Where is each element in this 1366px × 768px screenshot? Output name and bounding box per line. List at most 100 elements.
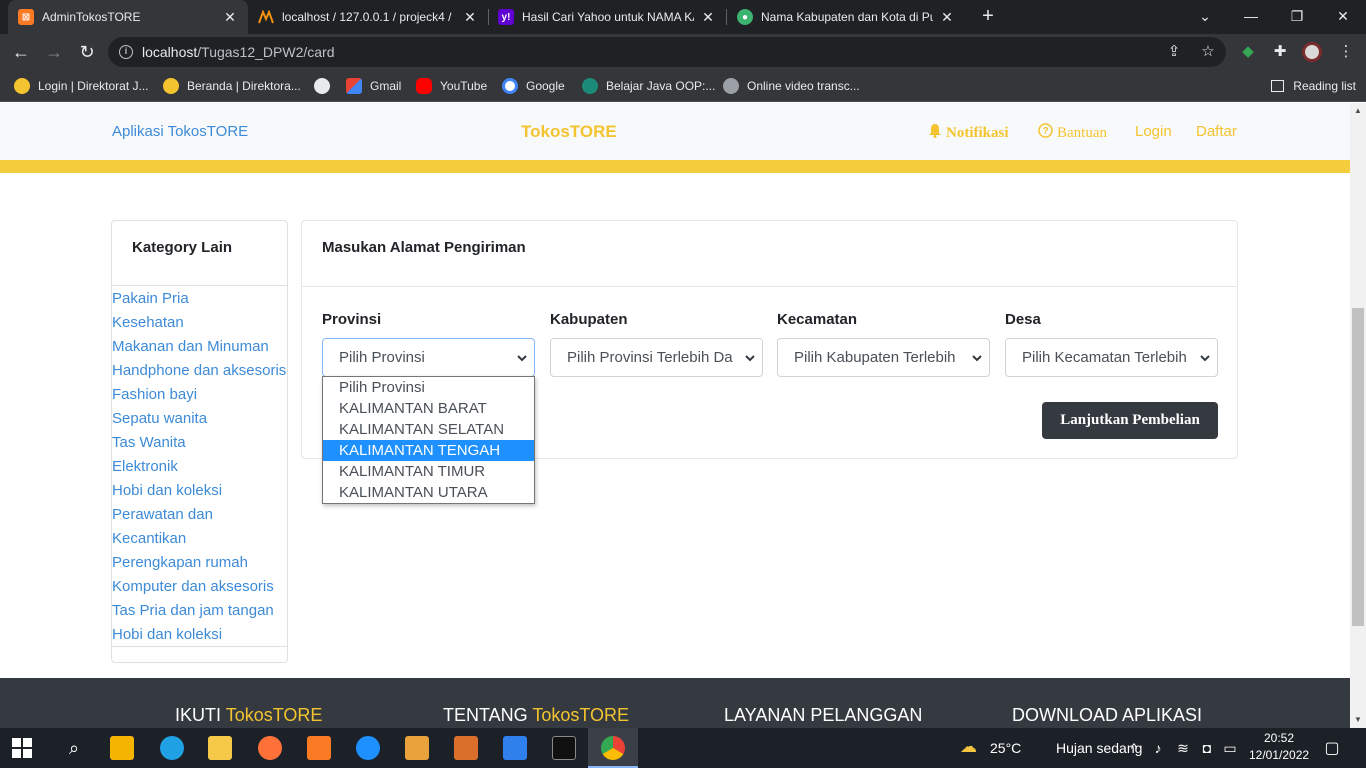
forward-arrow-icon[interactable]: → — [43, 41, 65, 63]
profile-avatar[interactable] — [1302, 42, 1322, 62]
bookmark-beranda-direktorat[interactable]: Beranda | Direktora... — [163, 77, 301, 95]
menu-kebab-icon[interactable]: ⋮ — [1336, 42, 1356, 62]
tab-phpmyadmin[interactable]: localhost / 127.0.0.1 / projeck4 / ✕ — [248, 0, 488, 34]
bookmark-belajar-java[interactable]: Belajar Java OOP:... — [582, 77, 715, 95]
back-arrow-icon[interactable]: ← — [10, 41, 32, 63]
category-link[interactable]: Handphone dan aksesoris — [112, 359, 287, 383]
bookmark-youtube[interactable]: YouTube — [416, 77, 487, 95]
media-player-icon[interactable] — [405, 736, 429, 760]
close-tab-icon[interactable]: ✕ — [939, 9, 955, 26]
tab-nama-kabupaten[interactable]: ● Nama Kabupaten dan Kota di Pul ✕ — [727, 0, 965, 34]
bookmark-star-icon[interactable]: ☆ — [1198, 42, 1218, 62]
category-link[interactable]: Pakain Pria — [112, 287, 287, 311]
tab-admintokostore[interactable]: ⊠ AdminTokosTORE ✕ — [8, 0, 248, 34]
site-brand-link[interactable]: Aplikasi TokosTORE — [112, 123, 248, 140]
category-link[interactable]: Elektronik — [112, 455, 287, 479]
site-info-icon[interactable]: i — [119, 45, 133, 59]
category-link[interactable]: Fashion bayi — [112, 383, 287, 407]
extensions-puzzle-icon[interactable]: ✚ — [1270, 42, 1290, 62]
camera-icon[interactable]: ◘ — [1199, 740, 1215, 756]
kecamatan-label: Kecamatan — [777, 311, 858, 328]
tab-search-chevron-down-icon[interactable]: ⌄ — [1182, 0, 1228, 34]
firefox-icon[interactable] — [258, 736, 282, 760]
bookmark-online-video[interactable]: Online video transc... — [723, 77, 860, 95]
category-link[interactable]: Hobi dan koleksi — [112, 479, 287, 503]
clock-date[interactable]: 12/01/2022 — [1249, 748, 1309, 762]
file-explorer-icon[interactable] — [208, 736, 232, 760]
dropdown-option[interactable]: KALIMANTAN UTARA — [323, 482, 534, 503]
dropdown-option[interactable]: KALIMANTAN TIMUR — [323, 461, 534, 482]
kecamatan-select[interactable]: Pilih Kabupaten Terlebih — [777, 338, 990, 377]
bookmark-globe[interactable] — [314, 77, 330, 95]
lanjutkan-pembelian-button[interactable]: Lanjutkan Pembelian — [1042, 402, 1218, 439]
nav-daftar[interactable]: Daftar — [1196, 123, 1237, 140]
category-link[interactable]: Sepatu wanita — [112, 407, 287, 431]
category-link[interactable]: Komputer dan aksesoris — [112, 575, 287, 599]
weather-cloud-sun-icon[interactable]: ☁ — [960, 737, 977, 757]
bookmark-google[interactable]: Google — [502, 77, 565, 95]
address-url[interactable]: localhost/Tugas12_DPW2/card — [142, 44, 334, 60]
extension-leaf-icon[interactable]: ◆ — [1238, 42, 1258, 62]
bookmark-gmail[interactable]: Gmail — [346, 77, 401, 95]
nav-login[interactable]: Login — [1135, 123, 1172, 140]
vscode-icon[interactable] — [503, 736, 527, 760]
scroll-up-arrow-icon[interactable]: ▲ — [1350, 103, 1366, 119]
terminal-icon[interactable] — [552, 736, 576, 760]
address-bar[interactable]: i localhost/Tugas12_DPW2/card ⇪ ☆ — [108, 37, 1226, 67]
category-link[interactable]: Kecantikan — [112, 527, 287, 551]
provinsi-select[interactable]: Pilih Provinsi — [322, 338, 535, 377]
kabupaten-select[interactable]: Pilih Provinsi Terlebih Da — [550, 338, 763, 377]
chevron-down-icon — [972, 355, 982, 362]
close-tab-icon[interactable]: ✕ — [222, 9, 238, 26]
share-icon[interactable]: ⇪ — [1164, 42, 1184, 62]
weather-temp[interactable]: 25°C — [990, 740, 1021, 756]
store-icon[interactable] — [110, 736, 134, 760]
category-link[interactable]: Hobi dan koleksi — [112, 623, 287, 647]
clock-time[interactable]: 20:52 — [1264, 731, 1294, 745]
close-tab-icon[interactable]: ✕ — [462, 9, 478, 26]
nav-bantuan[interactable]: ? Bantuan — [1038, 123, 1107, 143]
card-title: Masukan Alamat Pengiriman — [322, 239, 526, 256]
windows-start-icon[interactable] — [12, 738, 32, 758]
tab-yahoo-search[interactable]: y! Hasil Cari Yahoo untuk NAMA KA ✕ — [488, 0, 726, 34]
xampp-icon[interactable] — [307, 736, 331, 760]
scroll-down-arrow-icon[interactable]: ▼ — [1350, 712, 1366, 728]
category-link[interactable]: Perengkapan rumah — [112, 551, 287, 575]
internet-explorer-icon[interactable] — [356, 736, 380, 760]
dropdown-option[interactable]: KALIMANTAN SELATAN — [323, 419, 534, 440]
site-center-brand[interactable]: TokosTORE — [521, 122, 617, 142]
category-link[interactable]: Kesehatan — [112, 311, 287, 335]
dropdown-option-highlighted[interactable]: KALIMANTAN TENGAH — [323, 440, 534, 461]
battery-icon[interactable]: ▭ — [1222, 740, 1238, 757]
wifi-icon[interactable]: ≋ — [1175, 740, 1191, 757]
tab-title: localhost / 127.0.0.1 / projeck4 / — [282, 10, 452, 24]
speaker-icon[interactable]: ♪ — [1150, 740, 1166, 756]
category-link[interactable]: Perawatan dan — [112, 503, 287, 527]
category-link[interactable]: Tas Pria dan jam tangan — [112, 599, 287, 623]
desa-select[interactable]: Pilih Kecamatan Terlebih — [1005, 338, 1218, 377]
search-icon[interactable]: ⌕ — [62, 736, 86, 760]
minimize-window-icon[interactable]: — — [1228, 0, 1274, 34]
scrollbar-thumb[interactable] — [1352, 308, 1364, 626]
dropdown-option[interactable]: KALIMANTAN BARAT — [323, 398, 534, 419]
close-tab-icon[interactable]: ✕ — [700, 9, 716, 26]
chevron-up-icon[interactable]: ^ — [1126, 740, 1142, 756]
bookmark-login-direktorat[interactable]: Login | Direktorat J... — [14, 77, 149, 95]
sidebar-header: Kategory Lain — [112, 221, 287, 286]
calendar-app-icon[interactable] — [454, 736, 478, 760]
new-tab-button[interactable]: + — [977, 5, 999, 27]
category-link[interactable]: Tas Wanita — [112, 431, 287, 455]
nav-notifikasi[interactable]: Notifikasi — [928, 123, 1009, 143]
chrome-taskbar-button[interactable] — [588, 728, 638, 768]
close-window-icon[interactable]: ✕ — [1320, 0, 1366, 34]
reload-icon[interactable]: ↻ — [76, 41, 98, 63]
dropdown-option[interactable]: Pilih Provinsi — [323, 377, 534, 398]
reading-list-button[interactable]: Reading list — [1271, 77, 1356, 95]
footer-download-heading: DOWNLOAD APLIKASI — [1012, 705, 1203, 725]
phpmyadmin-favicon-icon — [258, 9, 274, 25]
restore-window-icon[interactable]: ❐ — [1274, 0, 1320, 34]
notification-center-icon[interactable]: ▢ — [1324, 738, 1340, 758]
edge-icon[interactable] — [160, 736, 184, 760]
page-scrollbar[interactable]: ▲ ▼ — [1350, 103, 1366, 728]
category-link[interactable]: Makanan dan Minuman — [112, 335, 287, 359]
